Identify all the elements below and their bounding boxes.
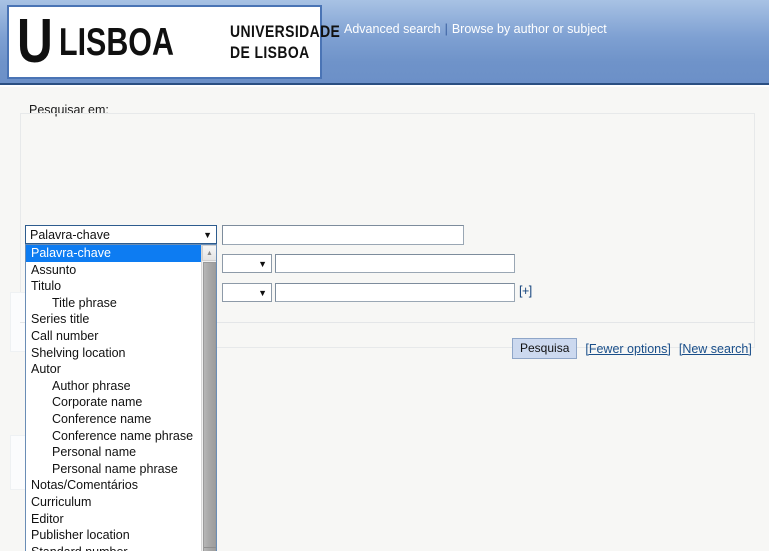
scroll-up-arrow-icon[interactable]: ▲: [202, 245, 216, 261]
chevron-down-icon-3: ▼: [258, 287, 267, 298]
dropdown-option[interactable]: Author phrase: [26, 378, 203, 395]
logo-inner: U LISBOA UNIVERSIDADE DE LISBOA: [9, 7, 340, 77]
browse-link[interactable]: Browse by author or subject: [452, 22, 607, 36]
search-field-select-value: Palavra-chave: [30, 228, 110, 242]
dropdown-option[interactable]: Palavra-chave: [26, 245, 203, 262]
dropdown-option[interactable]: Personal name phrase: [26, 461, 203, 478]
search-submit-button[interactable]: Pesquisa: [512, 338, 578, 359]
logo-subtitle-line2: DE LISBOA: [230, 43, 310, 62]
dropdown-option[interactable]: Title phrase: [26, 295, 203, 312]
search-input-1[interactable]: [222, 225, 464, 245]
dropdown-option[interactable]: Curriculum: [26, 494, 203, 511]
nav-separator: |: [444, 22, 448, 36]
chevron-down-icon-2: ▼: [258, 258, 267, 269]
logo-subtitle: UNIVERSIDADE DE LISBOA: [230, 21, 340, 63]
scrollbar-thumb[interactable]: [203, 262, 216, 551]
dropdown-option[interactable]: Conference name: [26, 411, 203, 428]
dropdown-option[interactable]: Notas/Comentários: [26, 477, 203, 494]
scrollbar-thumb-seam: [204, 547, 216, 548]
dropdown-option[interactable]: Conference name phrase: [26, 428, 203, 445]
dropdown-option[interactable]: Standard number: [26, 544, 203, 551]
dropdown-option[interactable]: Series title: [26, 311, 203, 328]
dropdown-option[interactable]: Editor: [26, 511, 203, 528]
new-search-link[interactable]: [New search]: [679, 342, 752, 356]
boolean-operator-select-3[interactable]: ▼: [222, 283, 272, 302]
add-search-row-button[interactable]: [+]: [519, 284, 532, 298]
dropdown-option[interactable]: Corporate name: [26, 394, 203, 411]
dropdown-option[interactable]: Shelving location: [26, 345, 203, 362]
search-field-select[interactable]: Palavra-chave ▼: [25, 225, 217, 244]
dropdown-option[interactable]: Call number: [26, 328, 203, 345]
dropdown-option[interactable]: Publisher location: [26, 527, 203, 544]
search-field-dropdown-list[interactable]: Palavra-chave Assunto Titulo Title phrase Se…: [25, 244, 217, 551]
search-input-2[interactable]: [275, 254, 515, 273]
dropdown-scrollbar[interactable]: ▲ ▼: [201, 245, 216, 551]
search-input-3[interactable]: [275, 283, 515, 302]
boolean-operator-select-2[interactable]: ▼: [222, 254, 272, 273]
chevron-down-icon: ▼: [203, 230, 212, 240]
dropdown-options-container: Palavra-chave Assunto Titulo Title phrase Se…: [26, 245, 203, 551]
fewer-options-link[interactable]: [Fewer options]: [585, 342, 670, 356]
dropdown-option[interactable]: Titulo: [26, 278, 203, 295]
search-form-area: Pesquisar em: Palavra-chave ▼ ▼ ▼ [+] Pe…: [0, 87, 769, 551]
page-root: U LISBOA UNIVERSIDADE DE LISBOA Advanced…: [0, 0, 769, 551]
dropdown-option[interactable]: Personal name: [26, 444, 203, 461]
header-nav: Advanced search | Browse by author or subj…: [344, 22, 607, 36]
form-actions: Pesquisa [Fewer options] [New search]: [512, 338, 752, 359]
dropdown-option[interactable]: Autor: [26, 361, 203, 378]
logo-wordmark: LISBOA: [58, 20, 174, 64]
site-header: U LISBOA UNIVERSIDADE DE LISBOA Advanced…: [0, 0, 769, 85]
logo-letter-u: U: [17, 7, 53, 76]
ulisboa-logo[interactable]: U LISBOA UNIVERSIDADE DE LISBOA: [7, 5, 340, 79]
dropdown-option[interactable]: Assunto: [26, 262, 203, 279]
advanced-search-link[interactable]: Advanced search: [344, 22, 441, 36]
logo-subtitle-line1: UNIVERSIDADE: [230, 22, 341, 41]
